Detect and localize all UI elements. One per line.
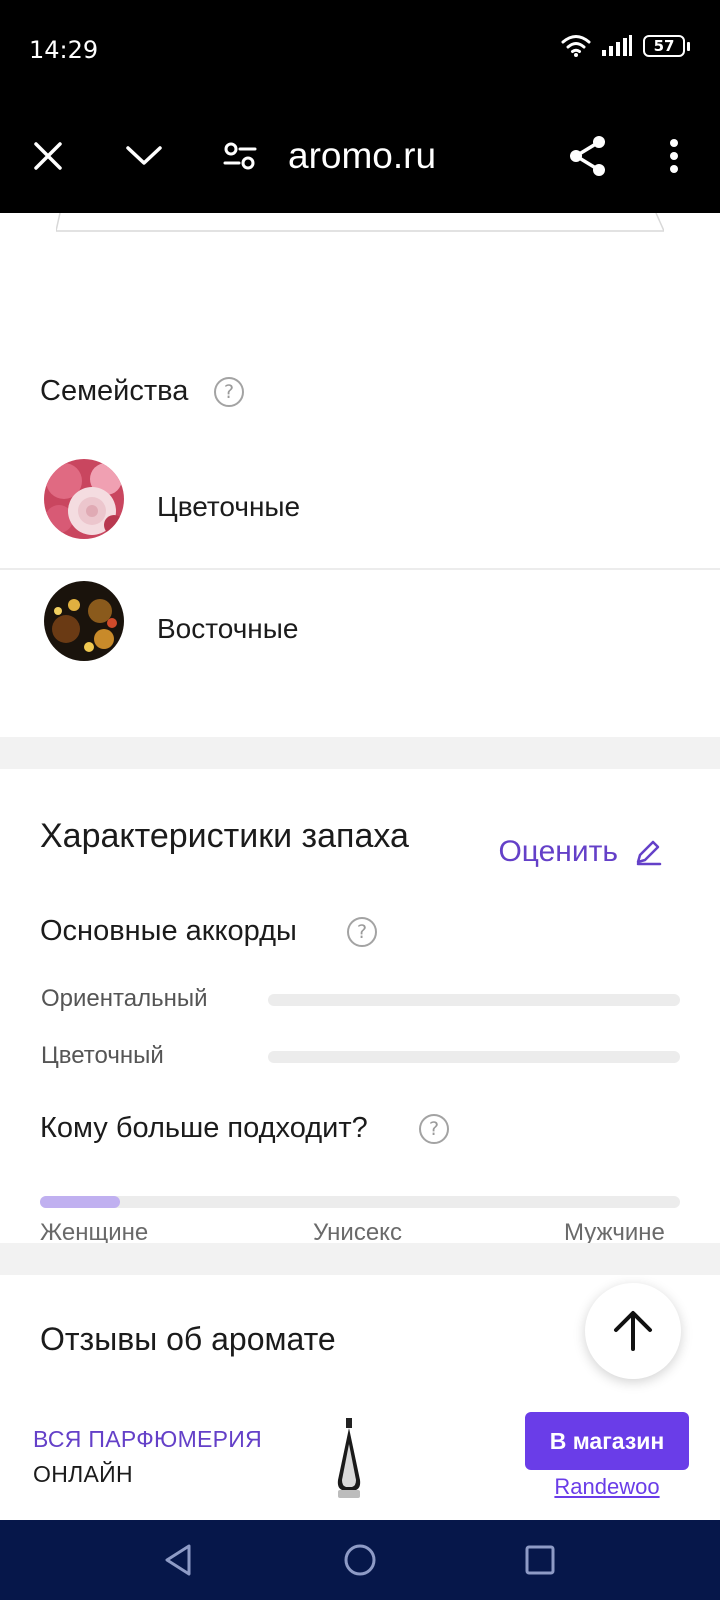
gender-scale	[40, 1196, 680, 1208]
family-item-oriental[interactable]: Восточные	[0, 571, 720, 693]
accords-help-icon[interactable]: ?	[347, 917, 377, 947]
rate-link-label: Оценить	[498, 835, 618, 868]
gender-scale-fill	[40, 1196, 120, 1208]
go-to-shop-button[interactable]: В магазин	[525, 1412, 689, 1470]
system-nav-bar	[0, 1520, 720, 1600]
family-item-floral[interactable]: Цветочные	[0, 449, 720, 571]
browser-toolbar: aromo.ru	[0, 100, 720, 213]
url-text[interactable]: aromo.ru	[288, 130, 436, 182]
ad-banner[interactable]: ВСЯ ПАРФЮМЕРИЯ ОНЛАЙН В магазин Randewoo	[0, 1396, 720, 1520]
signal-icon	[602, 35, 632, 56]
back-icon[interactable]	[156, 1538, 200, 1582]
oriental-thumbnail	[44, 581, 124, 661]
battery-tip	[687, 41, 690, 51]
rate-link[interactable]: Оценить	[498, 835, 662, 869]
families-title: Семейства	[40, 375, 189, 407]
status-time: 14:29	[29, 36, 99, 64]
close-icon[interactable]	[22, 130, 74, 182]
ad-line1: ВСЯ ПАРФЮМЕРИЯ	[33, 1426, 263, 1452]
home-icon[interactable]	[338, 1538, 382, 1582]
families-help-icon[interactable]: ?	[214, 377, 244, 407]
perfume-bottle-image	[337, 1418, 361, 1498]
family-label-floral: Цветочные	[157, 491, 301, 522]
family-label-oriental: Восточные	[157, 613, 299, 644]
battery-level: 57	[653, 37, 675, 55]
accord-label-oriental: Ориентальный	[41, 985, 208, 1012]
floral-thumbnail	[44, 459, 124, 539]
status-icons: 57	[561, 34, 690, 58]
family-divider	[0, 568, 720, 570]
site-settings-icon[interactable]	[214, 130, 266, 182]
chevron-down-icon[interactable]	[118, 130, 170, 182]
share-icon[interactable]	[562, 130, 614, 182]
section-separator-2	[0, 1243, 720, 1275]
accords-title: Основные аккорды	[40, 915, 297, 947]
battery-icon: 57	[643, 35, 685, 57]
pencil-icon	[636, 840, 662, 866]
more-options-icon[interactable]	[648, 130, 700, 182]
wifi-icon	[561, 35, 591, 57]
shop-name-link[interactable]: Randewoo	[525, 1474, 689, 1500]
scroll-to-top-button[interactable]	[585, 1283, 681, 1379]
accord-label-floral: Цветочный	[41, 1042, 164, 1069]
characteristics-title: Характеристики запаха	[40, 817, 409, 855]
pyramid-bottom-edge	[56, 213, 664, 232]
section-separator	[0, 737, 720, 769]
arrow-up-icon	[614, 1311, 652, 1351]
accord-bar-oriental	[268, 994, 680, 1006]
page-content: Семейства ? Цветочные Восточные Характер…	[0, 213, 720, 1396]
gender-title: Кому больше подходит?	[40, 1112, 368, 1144]
reviews-title: Отзывы об аромате	[40, 1321, 336, 1357]
accord-bar-floral	[268, 1051, 680, 1063]
status-bar: 14:29 57	[0, 0, 720, 100]
gender-help-icon[interactable]: ?	[419, 1114, 449, 1144]
recents-icon[interactable]	[518, 1538, 562, 1582]
ad-line2: ОНЛАЙН	[33, 1461, 133, 1487]
